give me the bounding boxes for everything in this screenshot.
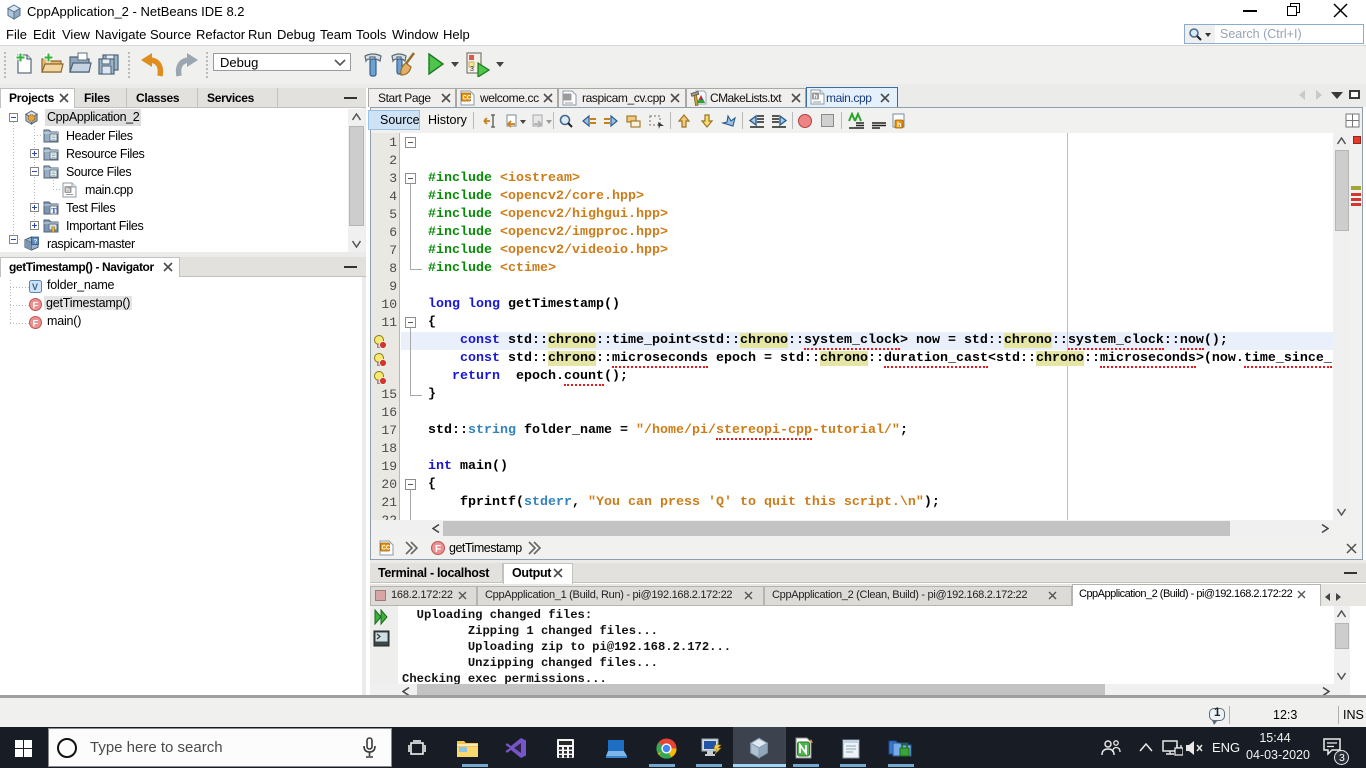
svg-text:?: ? [33,239,37,246]
svg-text:F: F [33,301,39,312]
svg-text:F: F [435,544,441,555]
svg-text:V: V [32,282,38,292]
svg-text:T: T [51,206,56,215]
svg-text:h: h [897,122,901,129]
svg-text:F: F [33,319,39,330]
svg-text:CC: CC [463,96,472,102]
svg-text:CC: CC [382,546,391,552]
svg-text:3: 3 [470,66,474,73]
svg-text:h: h [814,94,818,101]
svg-text:h: h [66,187,70,194]
